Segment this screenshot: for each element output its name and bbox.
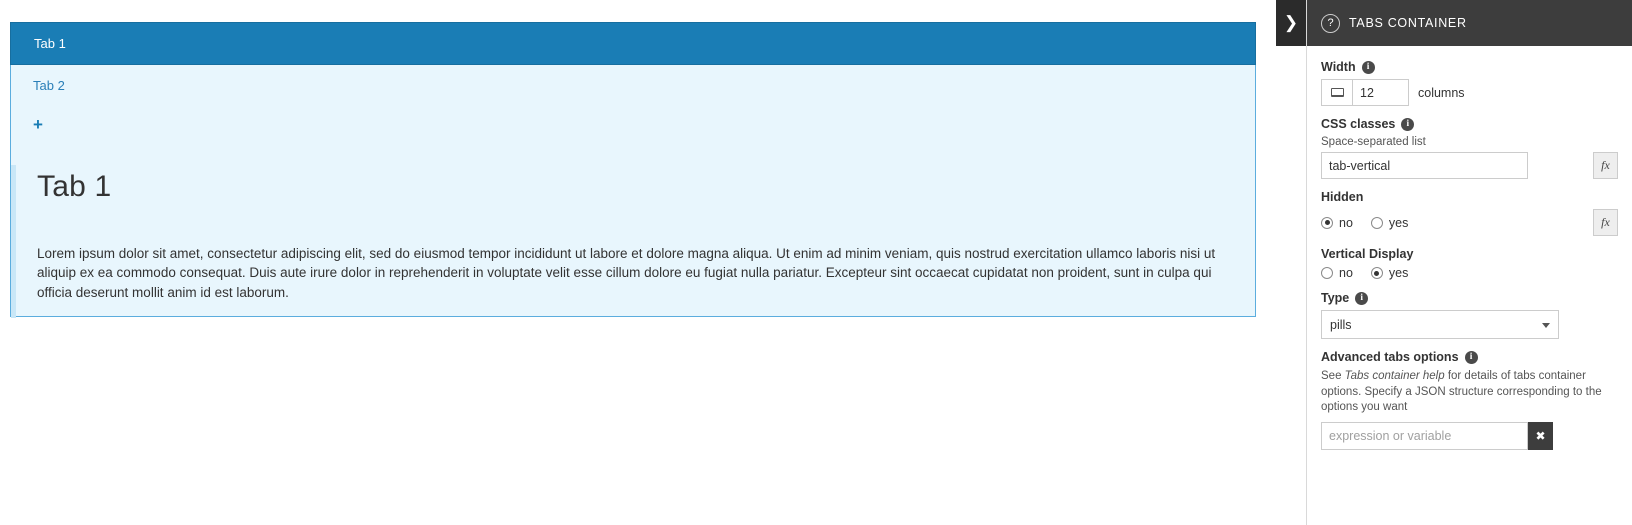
tab-item-2[interactable]: Tab 2 bbox=[11, 65, 1255, 106]
form-canvas: Tab 1 Tab 2 + Tab 1 Lorem ipsum dolor si… bbox=[0, 0, 1306, 525]
field-label-text: Width bbox=[1321, 60, 1356, 74]
field-advanced-label: Advanced tabs options i bbox=[1321, 350, 1618, 364]
vertical-display-radio-yes[interactable]: yes bbox=[1370, 266, 1409, 280]
tab-item-label: Tab 2 bbox=[33, 78, 65, 93]
advanced-description-pre: See bbox=[1321, 370, 1345, 382]
vertical-display-radio-group: no yes bbox=[1321, 266, 1618, 280]
width-unit-label: columns bbox=[1418, 85, 1465, 100]
field-css-classes-hint: Space-separated list bbox=[1321, 136, 1426, 148]
tab-item-label: Tab 1 bbox=[34, 36, 66, 51]
monitor-icon bbox=[1330, 88, 1344, 97]
radio-icon[interactable] bbox=[1370, 216, 1383, 229]
field-label-text: Vertical Display bbox=[1321, 247, 1414, 261]
radio-label: yes bbox=[1388, 215, 1409, 230]
chevron-right-icon: ❯ bbox=[1283, 13, 1299, 32]
field-hidden: Hidden no yes fx bbox=[1321, 190, 1618, 236]
field-width-row: columns bbox=[1321, 79, 1618, 106]
sidebar-collapse-toggle[interactable]: ❯ bbox=[1276, 0, 1306, 46]
field-type-label: Type i bbox=[1321, 291, 1618, 305]
radio-icon[interactable] bbox=[1321, 216, 1333, 229]
hidden-radio-no[interactable]: no bbox=[1321, 216, 1353, 230]
css-classes-fx-button[interactable]: fx bbox=[1593, 152, 1618, 179]
field-label-text: Hidden bbox=[1321, 190, 1364, 204]
advanced-description: See Tabs container help for details of t… bbox=[1321, 369, 1618, 416]
tabs-container-widget[interactable]: Tab 1 Tab 2 + Tab 1 Lorem ipsum dolor si… bbox=[10, 22, 1256, 318]
field-width-label: Width i bbox=[1321, 60, 1618, 74]
properties-sidebar: ? TABS CONTAINER Width i columns bbox=[1306, 0, 1632, 525]
advanced-expression-input[interactable] bbox=[1321, 421, 1528, 450]
hidden-row: no yes fx bbox=[1321, 209, 1618, 236]
help-icon[interactable]: ? bbox=[1321, 13, 1340, 33]
radio-icon[interactable] bbox=[1321, 267, 1333, 279]
advanced-expression-row: ✖ bbox=[1321, 421, 1618, 450]
field-advanced-tabs-options: Advanced tabs options i See Tabs contain… bbox=[1321, 350, 1618, 450]
hidden-radio-yes[interactable]: yes bbox=[1370, 215, 1409, 230]
tab-panel-accent-bar bbox=[11, 165, 16, 318]
field-css-classes-label: CSS classes i bbox=[1321, 117, 1618, 131]
radio-label: yes bbox=[1388, 266, 1409, 280]
chevron-down-icon bbox=[1542, 322, 1550, 328]
field-vertical-display: Vertical Display no yes bbox=[1321, 247, 1618, 280]
field-vertical-display-label: Vertical Display bbox=[1321, 247, 1618, 261]
info-icon[interactable]: i bbox=[1361, 60, 1375, 74]
width-input[interactable] bbox=[1352, 79, 1409, 106]
radio-icon[interactable] bbox=[1370, 267, 1383, 279]
field-hidden-label: Hidden bbox=[1321, 190, 1618, 204]
css-classes-input[interactable] bbox=[1321, 152, 1528, 179]
add-tab-button[interactable]: + bbox=[11, 106, 1255, 144]
app-root: Tab 1 Tab 2 + Tab 1 Lorem ipsum dolor si… bbox=[0, 0, 1632, 525]
field-label-text: Type bbox=[1321, 291, 1350, 305]
screen-icon bbox=[1321, 79, 1352, 106]
field-label-text: Advanced tabs options bbox=[1321, 350, 1459, 364]
tab-item-1[interactable]: Tab 1 bbox=[10, 22, 1256, 65]
vertical-display-radio-no[interactable]: no bbox=[1321, 266, 1353, 280]
advanced-help-link[interactable]: Tabs container help bbox=[1345, 370, 1445, 382]
info-icon[interactable]: i bbox=[1464, 350, 1478, 364]
width-input-group bbox=[1321, 79, 1409, 106]
page-title: Tab 1 bbox=[37, 170, 112, 203]
sidebar-body: Width i columns CSS classes bbox=[1307, 46, 1632, 450]
sidebar-title: TABS CONTAINER bbox=[1349, 16, 1467, 30]
radio-label: no bbox=[1339, 266, 1353, 280]
tabs-list: Tab 1 Tab 2 + bbox=[10, 22, 1256, 144]
radio-label: no bbox=[1339, 215, 1353, 230]
type-select[interactable]: pills bbox=[1321, 310, 1559, 339]
field-width: Width i columns bbox=[1321, 60, 1618, 106]
field-css-classes: CSS classes i Space-separated list fx bbox=[1321, 117, 1618, 179]
field-type: Type i pills bbox=[1321, 291, 1618, 339]
hidden-radio-group: no yes bbox=[1321, 216, 1426, 230]
clear-expression-button[interactable]: ✖ bbox=[1528, 421, 1553, 450]
info-icon[interactable]: i bbox=[1355, 291, 1369, 305]
info-icon[interactable]: i bbox=[1401, 117, 1415, 131]
css-classes-row: fx bbox=[1321, 152, 1618, 179]
field-label-text: CSS classes bbox=[1321, 117, 1396, 131]
hidden-fx-button[interactable]: fx bbox=[1593, 209, 1618, 236]
panel-body-text: Lorem ipsum dolor sit amet, consectetur … bbox=[37, 245, 1216, 300]
sidebar-header: ? TABS CONTAINER bbox=[1307, 0, 1632, 46]
type-select-value: pills bbox=[1330, 317, 1352, 332]
